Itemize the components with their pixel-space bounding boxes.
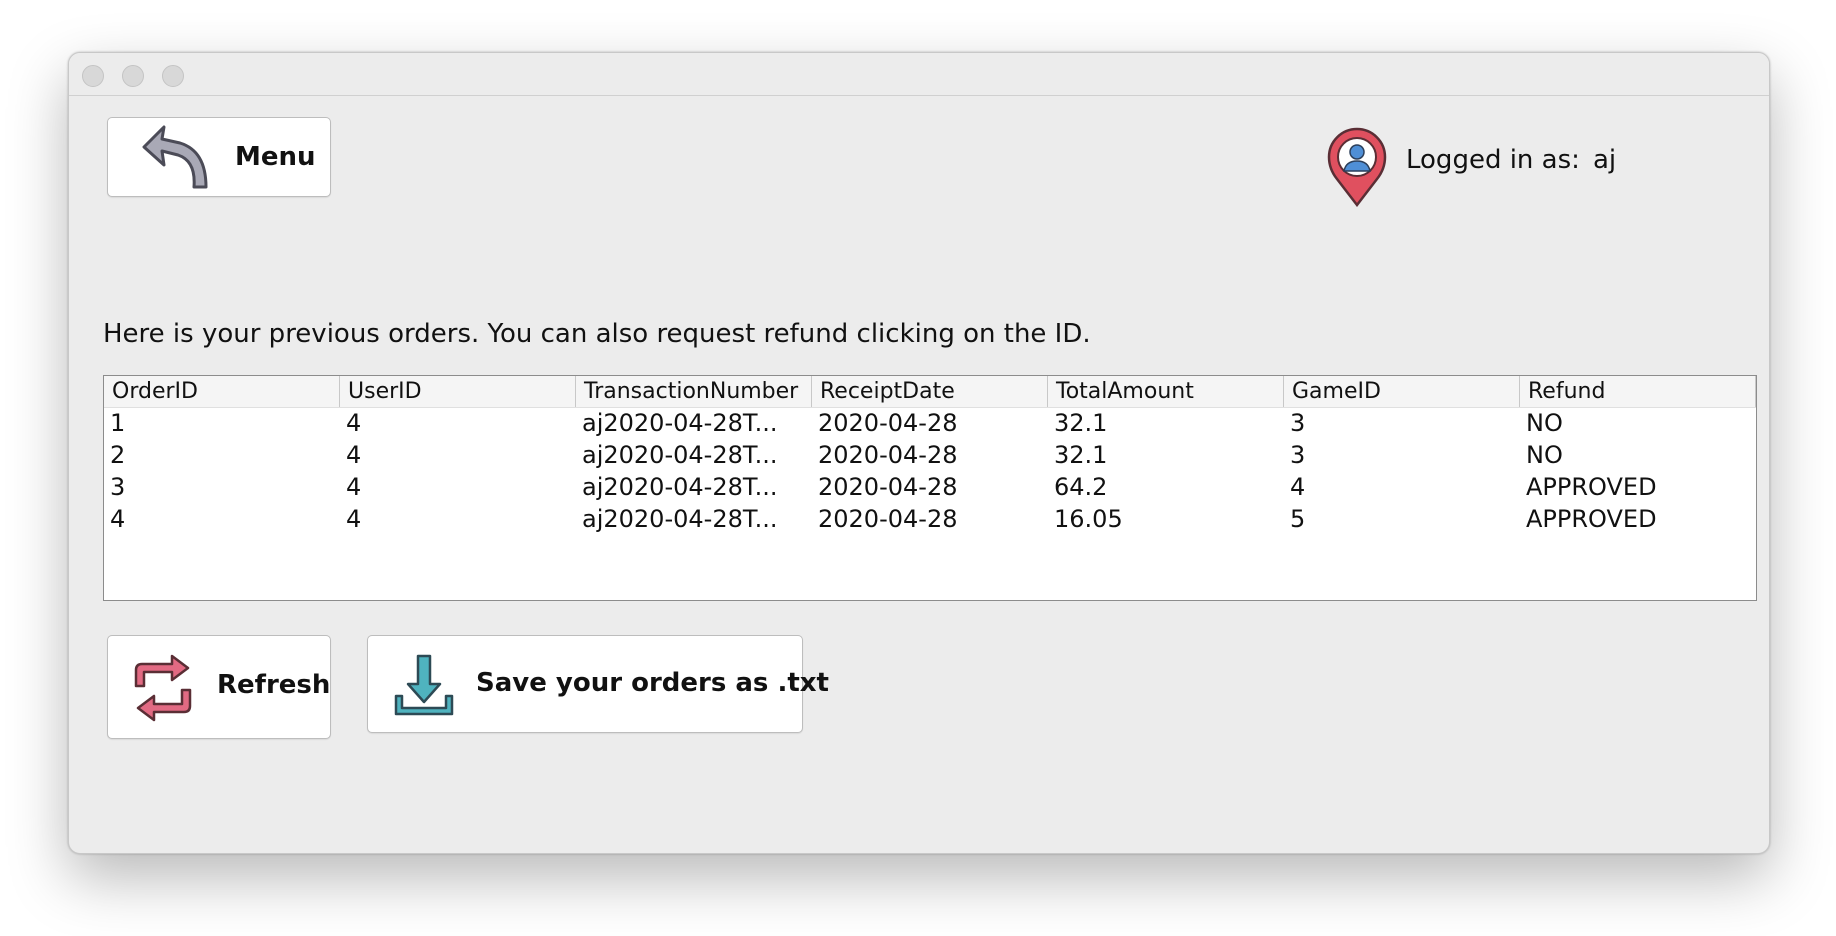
cell-refund: NO xyxy=(1526,441,1563,469)
column-header-refund[interactable]: Refund xyxy=(1520,376,1756,407)
cell-transactionnumber: aj2020-04-28T... xyxy=(582,409,778,437)
cell-receiptdate: 2020-04-28 xyxy=(818,441,958,469)
download-icon xyxy=(392,652,456,722)
cell-userid: 4 xyxy=(346,473,362,501)
cell-refund: NO xyxy=(1526,409,1563,437)
column-header-orderid[interactable]: OrderID xyxy=(104,376,340,407)
column-header-transactionnumber[interactable]: TransactionNumber xyxy=(576,376,812,407)
cell-transactionnumber: aj2020-04-28T... xyxy=(582,505,778,533)
orders-table[interactable]: OrderID UserID TransactionNumber Receipt… xyxy=(103,375,1757,601)
cell-userid: 4 xyxy=(346,409,362,437)
instructions-text: Here is your previous orders. You can al… xyxy=(103,319,1091,349)
cell-totalamount: 64.2 xyxy=(1054,473,1108,501)
user-location-pin-icon xyxy=(1327,127,1387,211)
table-row[interactable]: 4 4 aj2020-04-28T... 2020-04-28 16.05 5 … xyxy=(104,503,1756,535)
back-arrow-icon xyxy=(138,121,210,197)
cell-totalamount: 32.1 xyxy=(1054,409,1108,437)
cell-receiptdate: 2020-04-28 xyxy=(818,473,958,501)
cell-refund: APPROVED xyxy=(1526,505,1657,533)
cell-transactionnumber: aj2020-04-28T... xyxy=(582,441,778,469)
table-header: OrderID UserID TransactionNumber Receipt… xyxy=(104,376,1756,408)
cell-gameid: 3 xyxy=(1290,409,1306,437)
table-row[interactable]: 2 4 aj2020-04-28T... 2020-04-28 32.1 3 N… xyxy=(104,439,1756,471)
column-header-totalamount[interactable]: TotalAmount xyxy=(1048,376,1284,407)
username-value: aj xyxy=(1593,145,1617,175)
menu-button-label: Menu xyxy=(235,142,316,172)
refresh-arrows-icon xyxy=(128,652,198,728)
cell-receiptdate: 2020-04-28 xyxy=(818,409,958,437)
column-header-userid[interactable]: UserID xyxy=(340,376,576,407)
cell-orderid[interactable]: 3 xyxy=(104,471,340,503)
minimize-window-button[interactable] xyxy=(122,65,144,87)
table-row[interactable]: 3 4 aj2020-04-28T... 2020-04-28 64.2 4 A… xyxy=(104,471,1756,503)
cell-orderid[interactable]: 1 xyxy=(104,407,340,439)
cell-gameid: 4 xyxy=(1290,473,1306,501)
app-window: Menu Logged in as: aj Here is your previ… xyxy=(68,52,1770,854)
column-header-receiptdate[interactable]: ReceiptDate xyxy=(812,376,1048,407)
menu-button[interactable]: Menu xyxy=(107,117,331,197)
save-orders-button[interactable]: Save your orders as .txt xyxy=(367,635,829,733)
cell-userid: 4 xyxy=(346,505,362,533)
logged-in-label: Logged in as: xyxy=(1406,145,1580,175)
cell-receiptdate: 2020-04-28 xyxy=(818,505,958,533)
cell-totalamount: 16.05 xyxy=(1054,505,1123,533)
cell-gameid: 5 xyxy=(1290,505,1306,533)
cell-gameid: 3 xyxy=(1290,441,1306,469)
table-row[interactable]: 1 4 aj2020-04-28T... 2020-04-28 32.1 3 N… xyxy=(104,407,1756,439)
cell-orderid[interactable]: 2 xyxy=(104,439,340,471)
save-orders-button-label: Save your orders as .txt xyxy=(476,668,829,698)
table-body: 1 4 aj2020-04-28T... 2020-04-28 32.1 3 N… xyxy=(104,407,1756,535)
title-bar xyxy=(69,53,1769,96)
cell-totalamount: 32.1 xyxy=(1054,441,1108,469)
cell-orderid[interactable]: 4 xyxy=(104,503,340,535)
zoom-window-button[interactable] xyxy=(162,65,184,87)
refresh-button-label: Refresh xyxy=(217,670,331,700)
refresh-button[interactable]: Refresh xyxy=(107,635,331,739)
column-header-gameid[interactable]: GameID xyxy=(1284,376,1520,407)
cell-userid: 4 xyxy=(346,441,362,469)
cell-transactionnumber: aj2020-04-28T... xyxy=(582,473,778,501)
cell-refund: APPROVED xyxy=(1526,473,1657,501)
close-window-button[interactable] xyxy=(82,65,104,87)
